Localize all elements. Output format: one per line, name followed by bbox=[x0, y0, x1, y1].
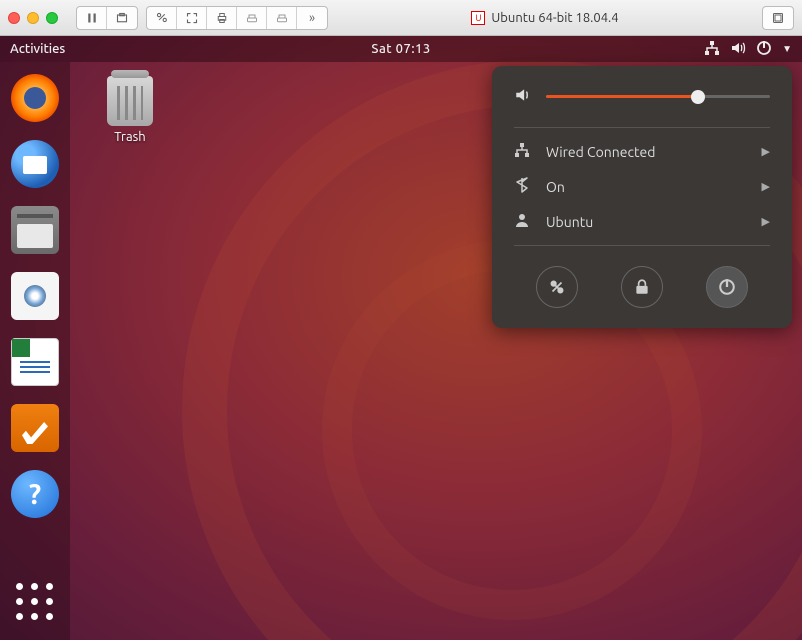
activities-button[interactable]: Activities bbox=[10, 42, 65, 56]
minimize-window-button[interactable] bbox=[27, 12, 39, 24]
dock-ubuntu-software-icon[interactable] bbox=[11, 404, 59, 452]
user-icon bbox=[514, 212, 530, 231]
vm-title-text: Ubuntu 64-bit 18.04.4 bbox=[491, 11, 618, 25]
menu-divider bbox=[514, 127, 770, 128]
volume-slider[interactable] bbox=[546, 95, 770, 98]
vm-host-toolbar: » U Ubuntu 64-bit 18.04.4 bbox=[0, 0, 802, 36]
vm-button-group-2: » bbox=[146, 6, 328, 30]
system-menu-popup: Wired Connected ▶ On ▶ Ubuntu ▶ bbox=[492, 66, 792, 328]
vm-title: U Ubuntu 64-bit 18.04.4 bbox=[336, 11, 754, 25]
chevron-down-icon[interactable]: ▼ bbox=[782, 43, 792, 55]
chevron-right-icon: ▶ bbox=[762, 145, 770, 158]
vm-button-group-1 bbox=[76, 6, 138, 30]
dock-libreoffice-writer-icon[interactable] bbox=[11, 338, 59, 386]
chevron-right-icon: ▶ bbox=[762, 215, 770, 228]
lock-button[interactable] bbox=[621, 266, 663, 308]
network-label: Wired Connected bbox=[546, 144, 655, 160]
desktop-icons-area: Trash bbox=[90, 76, 170, 144]
show-applications-button[interactable] bbox=[11, 578, 59, 626]
vm-snapshot-button[interactable] bbox=[107, 7, 137, 29]
user-label: Ubuntu bbox=[546, 214, 593, 230]
network-icon bbox=[514, 142, 530, 161]
window-traffic-lights bbox=[8, 12, 58, 24]
dock-thunderbird-icon[interactable] bbox=[11, 140, 59, 188]
ubuntu-desktop: Activities Sat 07:13 ▼ ? bbox=[0, 36, 802, 640]
network-icon[interactable] bbox=[704, 40, 720, 59]
vm-print-button[interactable] bbox=[207, 7, 237, 29]
power-icon[interactable] bbox=[756, 40, 772, 59]
speaker-icon bbox=[514, 86, 532, 107]
vm-pause-button[interactable] bbox=[77, 7, 107, 29]
dock-rhythmbox-icon[interactable] bbox=[11, 272, 59, 320]
network-menu-item[interactable]: Wired Connected ▶ bbox=[492, 134, 792, 169]
vm-view-button[interactable] bbox=[763, 7, 793, 29]
vm-more-button[interactable]: » bbox=[297, 7, 327, 29]
volume-slider-fill bbox=[546, 95, 698, 98]
trash-icon bbox=[107, 76, 153, 126]
vm-os-icon: U bbox=[471, 11, 485, 25]
trash-desktop-icon[interactable]: Trash bbox=[90, 76, 170, 144]
ubuntu-dock: ? bbox=[0, 62, 70, 640]
vm-disk1-button[interactable] bbox=[237, 7, 267, 29]
bluetooth-label: On bbox=[546, 179, 565, 195]
system-tray[interactable]: ▼ bbox=[704, 40, 792, 59]
dock-help-icon[interactable]: ? bbox=[11, 470, 59, 518]
vm-right-controls bbox=[762, 6, 794, 30]
gnome-top-panel: Activities Sat 07:13 ▼ bbox=[0, 36, 802, 62]
vm-settings-button[interactable] bbox=[147, 7, 177, 29]
close-window-button[interactable] bbox=[8, 12, 20, 24]
vm-disk2-button[interactable] bbox=[267, 7, 297, 29]
bluetooth-menu-item[interactable]: On ▶ bbox=[492, 169, 792, 204]
maximize-window-button[interactable] bbox=[46, 12, 58, 24]
settings-button[interactable] bbox=[536, 266, 578, 308]
clock[interactable]: Sat 07:13 bbox=[371, 42, 430, 56]
menu-divider bbox=[514, 245, 770, 246]
system-action-row bbox=[492, 252, 792, 308]
volume-slider-row bbox=[492, 82, 792, 121]
dock-files-icon[interactable] bbox=[11, 206, 59, 254]
dock-firefox-icon[interactable] bbox=[11, 74, 59, 122]
bluetooth-icon bbox=[514, 177, 530, 196]
volume-slider-thumb[interactable] bbox=[691, 90, 705, 104]
volume-icon[interactable] bbox=[730, 40, 746, 59]
chevron-right-icon: ▶ bbox=[762, 180, 770, 193]
trash-label: Trash bbox=[114, 130, 145, 144]
user-menu-item[interactable]: Ubuntu ▶ bbox=[492, 204, 792, 239]
vm-fullscreen-button[interactable] bbox=[177, 7, 207, 29]
power-button[interactable] bbox=[706, 266, 748, 308]
